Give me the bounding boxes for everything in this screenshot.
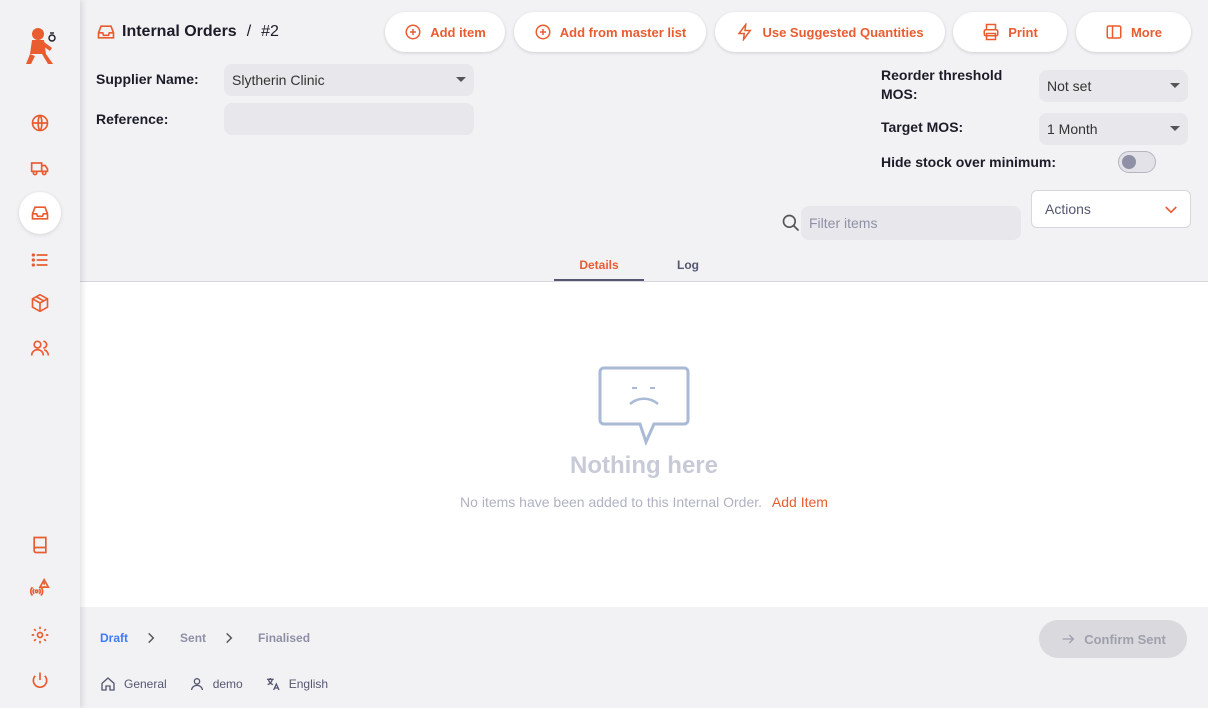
reference-label: Reference: — [96, 111, 169, 127]
supplier-name-label: Supplier Name: — [96, 71, 199, 87]
tab-details[interactable]: Details — [554, 250, 644, 281]
confirm-sent-button[interactable]: Confirm Sent — [1039, 620, 1187, 658]
empty-state-title: Nothing here — [570, 452, 718, 479]
reorder-threshold-select[interactable]: Not set — [1039, 70, 1188, 102]
store-name: General — [124, 677, 167, 691]
breadcrumb-separator: / — [246, 23, 252, 40]
more-button[interactable]: More — [1076, 12, 1191, 52]
step-finalised: Finalised — [258, 631, 311, 645]
add-item-label: Add item — [430, 24, 486, 40]
truck-icon — [30, 162, 49, 176]
reference-input[interactable] — [224, 103, 474, 135]
step-sent: Sent — [180, 631, 207, 645]
app-logo — [22, 24, 58, 66]
printer-icon — [983, 23, 999, 41]
caret-down-icon — [1170, 83, 1180, 88]
breadcrumb: Internal Orders / #2 — [96, 22, 279, 42]
status-bar: General demo English — [100, 676, 342, 692]
nav-sync[interactable] — [19, 567, 61, 609]
caret-down-icon — [456, 77, 466, 82]
supplier-name-select[interactable]: Slytherin Clinic — [224, 64, 474, 96]
home-icon — [101, 677, 115, 691]
search-icon — [782, 214, 800, 232]
supplier-name-value: Slytherin Clinic — [232, 72, 325, 88]
target-mos-value: 1 Month — [1047, 121, 1098, 137]
inbox-icon — [31, 206, 49, 220]
nav-book[interactable] — [19, 524, 61, 566]
main: Internal Orders / #2 Add item Add from m… — [80, 0, 1208, 708]
user-indicator[interactable]: demo — [189, 676, 243, 692]
sad-message-icon — [598, 366, 690, 446]
header: Internal Orders / #2 Add item Add from m… — [80, 0, 1208, 282]
power-icon — [32, 672, 48, 688]
reorder-threshold-label-line1: Reorder threshold — [881, 67, 1003, 83]
use-suggested-quantities-label: Use Suggested Quantities — [762, 24, 924, 40]
add-from-master-list-button[interactable]: Add from master list — [514, 12, 706, 52]
target-mos-label: Target MOS: — [881, 119, 964, 135]
actions-dropdown[interactable]: Actions — [1031, 190, 1191, 228]
gear-icon — [31, 626, 49, 644]
user-icon — [190, 678, 203, 691]
chevron-right-icon — [148, 632, 155, 644]
order-number: #2 — [261, 23, 279, 40]
toggle-knob — [1122, 155, 1136, 169]
globe-icon — [31, 114, 49, 132]
reorder-threshold-label-line2: MOS: — [881, 86, 918, 102]
add-from-master-list-label: Add from master list — [559, 24, 687, 40]
nav-logout[interactable] — [19, 659, 61, 701]
add-item-button[interactable]: Add item — [385, 12, 505, 52]
sidebar — [0, 0, 80, 708]
chevron-right-icon — [226, 632, 233, 644]
translate-icon — [266, 678, 280, 691]
target-mos-select[interactable]: 1 Month — [1039, 113, 1188, 145]
reorder-threshold-value: Not set — [1047, 78, 1092, 94]
nav-truck[interactable] — [19, 147, 61, 189]
list-icon — [31, 253, 48, 267]
confirm-sent-label: Confirm Sent — [1084, 631, 1166, 647]
hide-stock-toggle[interactable] — [1118, 151, 1156, 173]
step-draft: Draft — [100, 631, 129, 645]
plus-circle-icon — [405, 24, 421, 40]
sidebar-panel-icon — [1106, 25, 1122, 39]
language-indicator[interactable]: English — [265, 676, 328, 692]
tab-log[interactable]: Log — [644, 250, 732, 281]
print-label: Print — [1008, 24, 1038, 40]
nav-settings[interactable] — [19, 614, 61, 656]
users-icon — [30, 340, 50, 356]
footer: Draft Sent Finalised Confirm Sent Genera… — [80, 607, 1208, 708]
nav-inbox[interactable] — [19, 192, 61, 234]
filter-items-input[interactable]: Filter items — [801, 206, 1021, 240]
empty-state-text: No items have been added to this Interna… — [460, 494, 763, 510]
zap-icon — [737, 23, 753, 41]
actions-label: Actions — [1045, 201, 1091, 217]
language-name: English — [288, 677, 329, 691]
use-suggested-quantities-button[interactable]: Use Suggested Quantities — [715, 12, 945, 52]
sync-alert-icon — [30, 578, 50, 597]
nav-package[interactable] — [19, 282, 61, 324]
book-icon — [33, 536, 47, 554]
nav-list[interactable] — [19, 239, 61, 281]
inbox-icon — [97, 25, 115, 39]
store-indicator[interactable]: General — [100, 676, 167, 692]
reorder-threshold-label: Reorder threshold MOS: — [881, 66, 1002, 104]
arrow-right-icon — [1062, 634, 1075, 644]
status-steps: Draft Sent Finalised — [100, 631, 310, 645]
hide-stock-label: Hide stock over minimum: — [881, 154, 1057, 170]
user-name: demo — [212, 677, 243, 691]
empty-state-message: No items have been added to this Interna… — [80, 494, 1208, 510]
breadcrumb-section[interactable]: Internal Orders — [122, 23, 237, 41]
more-label: More — [1130, 24, 1163, 40]
print-button[interactable]: Print — [953, 12, 1067, 52]
chevron-down-icon — [1165, 206, 1177, 214]
package-icon — [31, 293, 49, 313]
nav-users[interactable] — [19, 327, 61, 369]
nav-globe[interactable] — [19, 102, 61, 144]
caret-down-icon — [1170, 126, 1180, 131]
content-area: Nothing here No items have been added to… — [80, 282, 1208, 607]
add-item-link[interactable]: Add Item — [772, 494, 828, 510]
plus-circle-icon — [535, 24, 551, 40]
